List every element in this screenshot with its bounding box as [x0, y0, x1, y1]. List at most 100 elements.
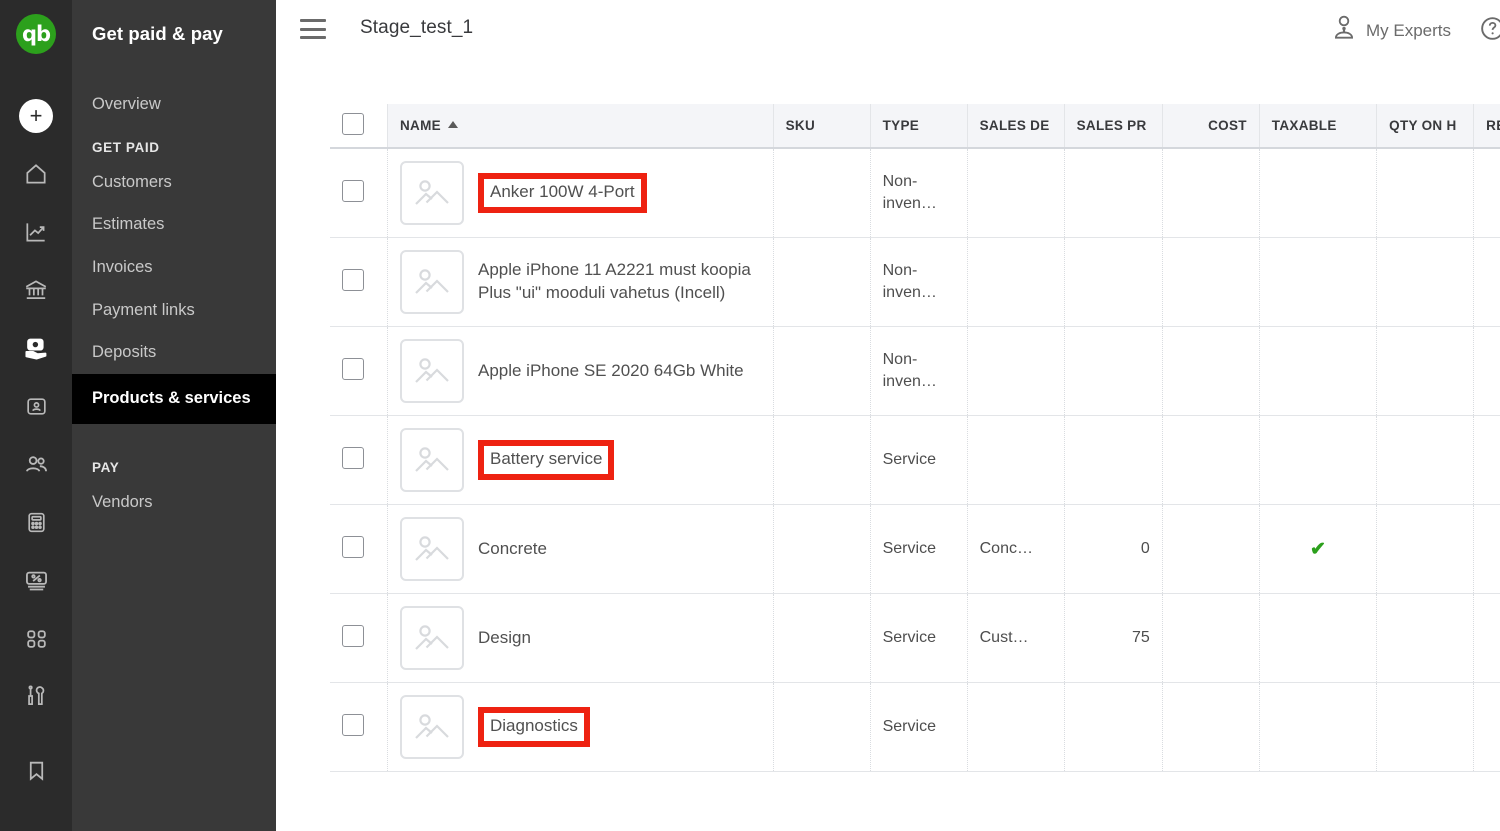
column-header-type[interactable]: TYPE — [870, 104, 968, 149]
tools-icon[interactable] — [19, 679, 53, 713]
reorder-point-cell — [1473, 326, 1500, 416]
main-content: Stage_test_1 My Experts NAME SKU TYPE SA… — [276, 0, 1500, 831]
product-image-placeholder-icon — [399, 606, 464, 670]
row-checkbox[interactable] — [342, 357, 364, 380]
taxable-cell: ✔ — [1259, 504, 1378, 594]
column-header-sku[interactable]: SKU — [773, 104, 871, 149]
table-row[interactable]: Apple iPhone 11 A2221 must koopia Plus "… — [330, 237, 1500, 327]
sales-description-cell — [967, 415, 1065, 505]
taxable-cell — [1259, 415, 1378, 505]
product-name[interactable]: Apple iPhone 11 A2221 must koopia Plus "… — [478, 259, 761, 304]
type-cell: Non-inven… — [870, 237, 968, 327]
sales-description-cell — [967, 148, 1065, 238]
table-row[interactable]: DiagnosticsServiceEdit — [330, 682, 1500, 772]
row-checkbox[interactable] — [342, 446, 364, 469]
type-cell: Service — [870, 415, 968, 505]
table-body: Anker 100W 4-PortNon-inven…Edit Apple iPh… — [330, 148, 1500, 772]
hamburger-menu-icon[interactable] — [300, 19, 326, 39]
select-all-header — [330, 104, 388, 149]
sidebar-item-products-and-services[interactable]: Products & services — [72, 373, 276, 425]
table-row[interactable]: ConcreteServiceConc…0✔Edit — [330, 504, 1500, 594]
sku-cell — [773, 415, 871, 505]
row-select-cell — [330, 504, 388, 594]
reports-chart-icon[interactable] — [19, 215, 53, 249]
table-row[interactable]: DesignServiceCust…75Edit — [330, 593, 1500, 683]
select-all-checkbox[interactable] — [342, 113, 364, 135]
my-experts-button[interactable]: My Experts — [1317, 14, 1465, 47]
pagination-controls: Previous 1-30 Next — [276, 62, 1500, 92]
sidebar-section-pay: PAY — [92, 460, 120, 476]
table-row[interactable]: Apple iPhone SE 2020 64Gb White Non-inven… — [330, 326, 1500, 416]
row-checkbox[interactable] — [342, 535, 364, 558]
bookmark-icon[interactable] — [19, 753, 53, 787]
create-new-button[interactable]: + — [19, 99, 53, 133]
column-header-taxable[interactable]: TAXABLE — [1259, 104, 1378, 149]
product-name-cell: Battery service — [387, 415, 774, 505]
percent-report-icon[interactable] — [19, 563, 53, 597]
product-name-highlighted[interactable]: Battery service — [477, 439, 615, 481]
quickbooks-logo-icon[interactable]: qb — [16, 14, 56, 54]
sales-price-cell — [1064, 415, 1163, 505]
taxable-cell — [1259, 237, 1378, 327]
row-checkbox[interactable] — [342, 624, 364, 647]
product-name[interactable]: Design — [478, 627, 531, 650]
sidebar-item-vendors[interactable]: Vendors — [72, 481, 276, 524]
calculator-icon[interactable] — [19, 505, 53, 539]
type-cell: Service — [870, 593, 968, 683]
row-checkbox[interactable] — [342, 268, 364, 291]
app-root: qb + Get paid & pay Overview GET PAID Cu… — [0, 0, 1500, 831]
taxable-cell — [1259, 148, 1378, 238]
column-header-sales-description[interactable]: SALES DE — [967, 104, 1065, 149]
row-select-cell — [330, 593, 388, 683]
people-icon[interactable] — [19, 447, 53, 481]
bank-icon[interactable] — [19, 273, 53, 307]
sales-description-cell — [967, 326, 1065, 416]
sort-ascending-icon — [447, 121, 458, 128]
help-button[interactable]: Help — [1465, 15, 1500, 47]
apps-grid-icon[interactable] — [19, 621, 53, 655]
icon-rail: qb + — [0, 0, 72, 831]
column-header-cost[interactable]: COST — [1162, 104, 1260, 149]
top-bar: Stage_test_1 My Experts — [276, 0, 1500, 62]
reorder-point-cell — [1473, 415, 1500, 505]
page-title: Stage_test_1 — [360, 17, 474, 38]
cost-cell — [1162, 326, 1260, 416]
contact-card-icon[interactable] — [19, 389, 53, 423]
column-header-reorder-point[interactable]: REORDER — [1473, 104, 1500, 149]
product-name[interactable]: Apple iPhone SE 2020 64Gb White — [478, 360, 744, 383]
sku-cell — [773, 148, 871, 238]
payments-hand-icon[interactable] — [19, 331, 53, 365]
product-name-highlighted[interactable]: Diagnostics — [477, 706, 590, 748]
column-header-name[interactable]: NAME — [387, 104, 774, 149]
sidebar-item-estimates[interactable]: Estimates — [72, 203, 276, 246]
reorder-point-cell — [1473, 148, 1500, 238]
column-header-sales-price[interactable]: SALES PR — [1064, 104, 1163, 149]
sidebar-item-invoices[interactable]: Invoices — [72, 246, 276, 289]
products-table-container: NAME SKU TYPE SALES DE SALES PR COST TAX… — [276, 104, 1500, 772]
sidebar-item-payment-links[interactable]: Payment links — [72, 289, 276, 332]
product-name-cell: Concrete — [387, 504, 774, 594]
sku-cell — [773, 237, 871, 327]
sidebar-item-customers[interactable]: Customers — [72, 161, 276, 204]
qty-on-hand-cell — [1376, 593, 1475, 683]
reorder-point-cell — [1473, 593, 1500, 683]
sku-cell — [773, 682, 871, 772]
row-select-cell — [330, 237, 388, 327]
type-cell: Service — [870, 682, 968, 772]
table-row[interactable]: Battery serviceServiceEdit — [330, 415, 1500, 505]
row-checkbox[interactable] — [342, 179, 364, 202]
sidebar-item-overview[interactable]: Overview — [72, 83, 276, 126]
product-name-highlighted[interactable]: Anker 100W 4-Port — [477, 172, 647, 214]
reorder-point-cell — [1473, 682, 1500, 772]
row-checkbox[interactable] — [342, 713, 364, 736]
product-image-placeholder-icon — [399, 250, 464, 314]
product-name[interactable]: Concrete — [478, 538, 547, 561]
sidebar-item-deposits[interactable]: Deposits — [72, 331, 276, 374]
home-icon[interactable] — [19, 157, 53, 191]
column-header-qty-on-hand[interactable]: QTY ON H — [1376, 104, 1475, 149]
table-row[interactable]: Anker 100W 4-PortNon-inven…Edit — [330, 148, 1500, 238]
sku-cell — [773, 593, 871, 683]
product-image-placeholder-icon — [399, 428, 464, 492]
products-services-table: NAME SKU TYPE SALES DE SALES PR COST TAX… — [330, 104, 1500, 772]
taxable-cell — [1259, 593, 1378, 683]
